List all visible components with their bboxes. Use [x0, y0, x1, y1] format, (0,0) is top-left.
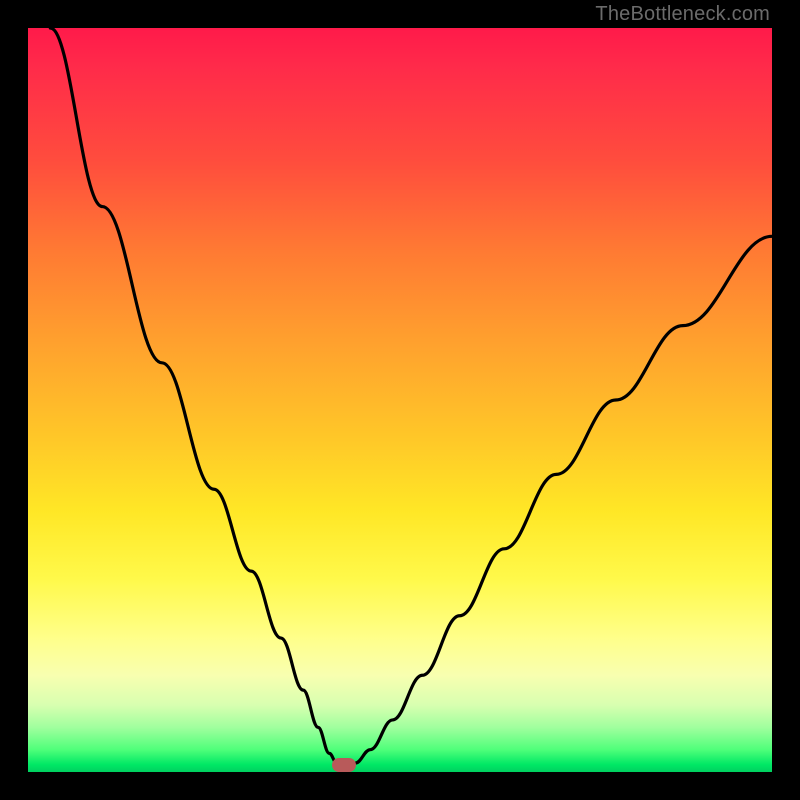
chart-frame: TheBottleneck.com — [0, 0, 800, 800]
watermark-text: TheBottleneck.com — [595, 3, 770, 26]
plot-area — [28, 28, 772, 772]
curve-right-branch — [355, 236, 772, 763]
optimum-marker — [332, 758, 356, 772]
curve-left-branch — [50, 28, 336, 763]
curve-svg — [28, 28, 772, 772]
